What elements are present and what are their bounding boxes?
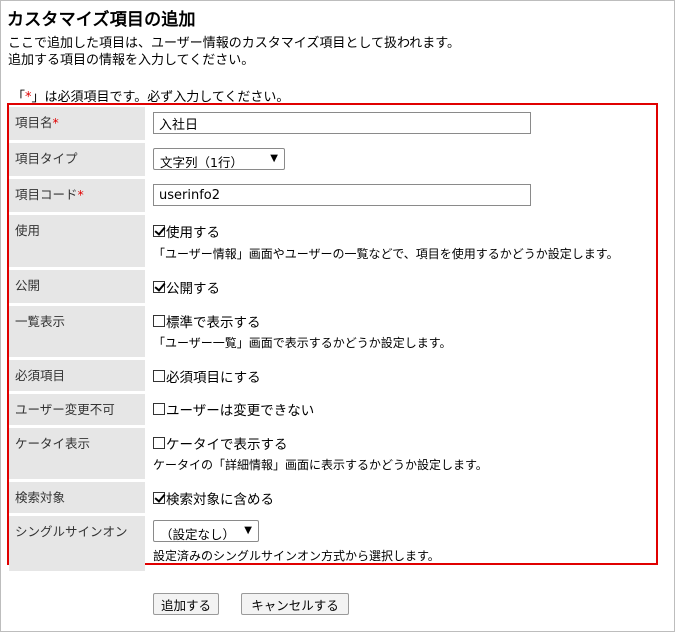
user-no-change-checkbox[interactable]: ユーザーは変更できない xyxy=(153,399,314,419)
row-item-type: 項目タイプ 文字列（1行） ▼ xyxy=(9,143,656,176)
required-mark: * xyxy=(52,115,59,130)
label-use: 使用 xyxy=(9,215,145,267)
label-sso: シングルサインオン xyxy=(9,516,145,571)
label-mobile-display: ケータイ表示 xyxy=(9,428,145,479)
cancel-button[interactable]: キャンセルする xyxy=(241,593,349,615)
value-required-item: 必須項目にする xyxy=(153,360,656,391)
item-type-selected: 文字列（1行） xyxy=(160,155,243,170)
item-type-select[interactable]: 文字列（1行） ▼ xyxy=(153,148,285,170)
value-item-name xyxy=(153,107,656,140)
row-list-display: 一覧表示 標準で表示する 「ユーザー一覧」画面で表示するかどうか設定します。 xyxy=(9,306,656,357)
item-name-input[interactable] xyxy=(153,112,531,134)
value-list-display: 標準で表示する 「ユーザー一覧」画面で表示するかどうか設定します。 xyxy=(153,306,656,357)
value-search-target: 検索対象に含める xyxy=(153,482,656,513)
sso-select[interactable]: （設定なし） ▼ xyxy=(153,520,259,542)
mobile-display-checkbox-label[interactable]: ケータイで表示する xyxy=(166,433,288,453)
checkbox-checked-icon[interactable] xyxy=(153,492,165,504)
mobile-display-checkbox[interactable]: ケータイで表示する xyxy=(153,433,288,453)
use-checkbox[interactable]: 使用する xyxy=(153,221,220,241)
mobile-display-help-text: ケータイの「詳細情報」画面に表示するかどうか設定します。 xyxy=(153,458,488,472)
sso-selected: （設定なし） xyxy=(160,527,236,542)
value-use: 使用する 「ユーザー情報」画面やユーザーの一覧などで、項目を使用するかどうか設定… xyxy=(153,215,656,267)
row-sso: シングルサインオン （設定なし） ▼ 設定済みのシングルサインオン方式から選択し… xyxy=(9,516,656,571)
row-public: 公開 公開する xyxy=(9,270,656,303)
dropdown-arrow-icon: ▼ xyxy=(244,525,252,536)
list-display-help-text: 「ユーザー一覧」画面で表示するかどうか設定します。 xyxy=(153,336,452,350)
label-item-name: 項目名* xyxy=(9,107,145,140)
public-checkbox-label[interactable]: 公開する xyxy=(166,277,220,297)
row-use: 使用 使用する 「ユーザー情報」画面やユーザーの一覧などで、項目を使用するかどう… xyxy=(9,215,656,267)
search-target-checkbox-label[interactable]: 検索対象に含める xyxy=(166,488,274,508)
row-user-no-change: ユーザー変更不可 ユーザーは変更できない xyxy=(9,394,656,425)
checkbox-unchecked-icon[interactable] xyxy=(153,403,165,415)
search-target-checkbox[interactable]: 検索対象に含める xyxy=(153,488,274,508)
row-mobile-display: ケータイ表示 ケータイで表示する ケータイの「詳細情報」画面に表示するかどうか設… xyxy=(9,428,656,479)
checkbox-checked-icon[interactable] xyxy=(153,281,165,293)
item-code-input[interactable] xyxy=(153,184,531,206)
required-mark: * xyxy=(77,187,84,202)
page-title: カスタマイズ項目の追加 xyxy=(7,10,196,30)
description-line-1: ここで追加した項目は、ユーザー情報のカスタマイズ項目として扱われます。 xyxy=(8,36,461,51)
label-required-item: 必須項目 xyxy=(9,360,145,391)
label-item-code: 項目コード* xyxy=(9,179,145,212)
add-button[interactable]: 追加する xyxy=(153,593,219,615)
value-item-code xyxy=(153,179,656,212)
list-display-checkbox-label[interactable]: 標準で表示する xyxy=(166,311,261,331)
required-item-checkbox[interactable]: 必須項目にする xyxy=(153,366,261,386)
use-checkbox-label[interactable]: 使用する xyxy=(166,221,220,241)
public-checkbox[interactable]: 公開する xyxy=(153,277,220,297)
label-search-target: 検索対象 xyxy=(9,482,145,513)
checkbox-unchecked-icon[interactable] xyxy=(153,370,165,382)
description-line-2: 追加する項目の情報を入力してください。 xyxy=(8,53,255,68)
page-description: ここで追加した項目は、ユーザー情報のカスタマイズ項目として扱われます。 追加する… xyxy=(8,35,460,69)
row-item-name: 項目名* xyxy=(9,107,656,140)
checkbox-unchecked-icon[interactable] xyxy=(153,315,165,327)
checkbox-checked-icon[interactable] xyxy=(153,225,165,237)
list-display-checkbox[interactable]: 標準で表示する xyxy=(153,311,261,331)
label-user-no-change: ユーザー変更不可 xyxy=(9,394,145,425)
value-sso: （設定なし） ▼ 設定済みのシングルサインオン方式から選択します。 xyxy=(153,516,656,571)
value-mobile-display: ケータイで表示する ケータイの「詳細情報」画面に表示するかどうか設定します。 xyxy=(153,428,656,479)
row-search-target: 検索対象 検索対象に含める xyxy=(9,482,656,513)
value-public: 公開する xyxy=(153,270,656,303)
dropdown-arrow-icon: ▼ xyxy=(270,153,278,164)
sso-help-text: 設定済みのシングルサインオン方式から選択します。 xyxy=(153,549,440,563)
checkbox-unchecked-icon[interactable] xyxy=(153,437,165,449)
label-item-code-text: 項目コード xyxy=(15,187,78,202)
label-item-type: 項目タイプ xyxy=(9,143,145,176)
value-item-type: 文字列（1行） ▼ xyxy=(153,143,656,176)
value-user-no-change: ユーザーは変更できない xyxy=(153,394,656,425)
required-item-checkbox-label[interactable]: 必須項目にする xyxy=(166,366,261,386)
label-list-display: 一覧表示 xyxy=(9,306,145,357)
row-required-item: 必須項目 必須項目にする xyxy=(9,360,656,391)
row-item-code: 項目コード* xyxy=(9,179,656,212)
use-help-text: 「ユーザー情報」画面やユーザーの一覧などで、項目を使用するかどうか設定します。 xyxy=(153,247,619,261)
label-public: 公開 xyxy=(9,270,145,303)
user-no-change-checkbox-label[interactable]: ユーザーは変更できない xyxy=(166,399,314,419)
label-item-name-text: 項目名 xyxy=(15,115,53,130)
